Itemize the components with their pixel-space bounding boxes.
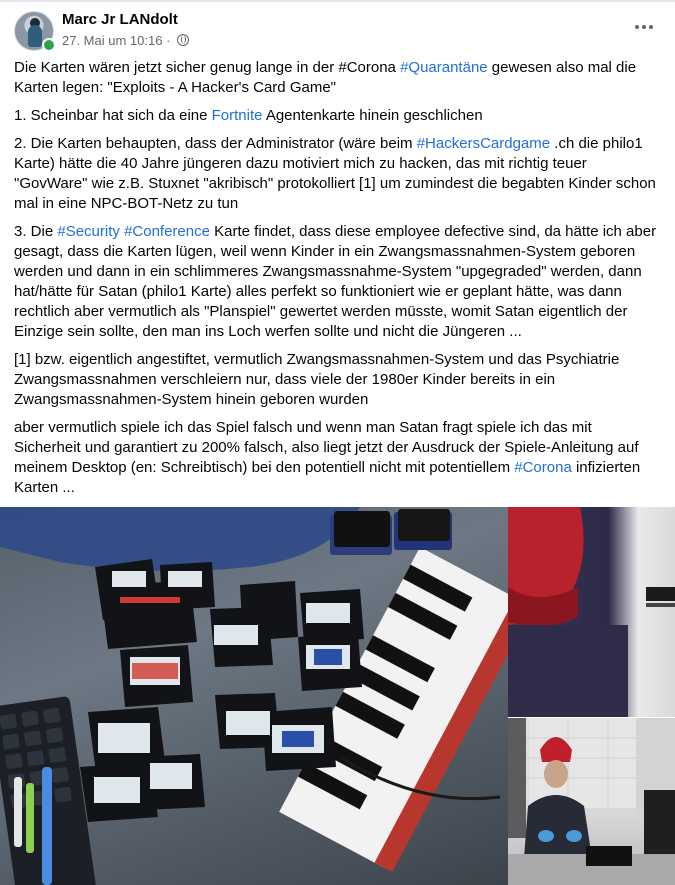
post-text: Die Karten wären jetzt sicher genug lang… <box>14 58 662 506</box>
cards-on-table-photo[interactable] <box>0 507 508 885</box>
page-link[interactable]: Fortnite <box>212 107 263 124</box>
red-beanie-closeup-photo[interactable] <box>508 507 675 717</box>
facebook-post: Marc Jr LANdolt 27. Mai um 10:16 · Die K… <box>0 0 675 885</box>
post-timestamp[interactable]: 27. Mai um 10:16 <box>62 33 162 48</box>
globe-icon[interactable] <box>177 34 190 46</box>
hashtag-link[interactable]: #Quarantäne <box>400 59 488 76</box>
top-divider <box>0 0 675 2</box>
photo-grid <box>0 507 675 885</box>
person-at-desk-photo[interactable] <box>508 718 675 885</box>
online-status-icon <box>42 38 56 52</box>
post-paragraph-1: Die Karten wären jetzt sicher genug lang… <box>14 59 637 96</box>
post-paragraph-5: [1] bzw. eigentlich angestiftet, vermutl… <box>14 351 620 408</box>
hashtag-link[interactable]: #HackersCardgame <box>417 135 550 152</box>
post-paragraph-6: aber vermutlich spiele ich das Spiel fal… <box>14 419 641 496</box>
post-meta: 27. Mai um 10:16 · <box>62 33 190 48</box>
post-paragraph-3: 2. Die Karten behaupten, dass der Admini… <box>14 135 656 212</box>
author-name[interactable]: Marc Jr LANdolt <box>62 11 178 28</box>
more-options-icon[interactable] <box>627 10 661 44</box>
post-header: Marc Jr LANdolt 27. Mai um 10:16 · <box>14 10 664 52</box>
post-paragraph-4: 3. Die #Security #Conference Karte finde… <box>14 223 657 340</box>
post-paragraph-2: 1. Scheinbar hat sich da eine Fortnite A… <box>14 107 483 124</box>
hashtag-link[interactable]: #Conference <box>124 223 210 240</box>
hashtag-link[interactable]: #Corona <box>514 459 572 476</box>
meta-separator: · <box>162 33 175 48</box>
hashtag-link[interactable]: #Security <box>57 223 120 240</box>
